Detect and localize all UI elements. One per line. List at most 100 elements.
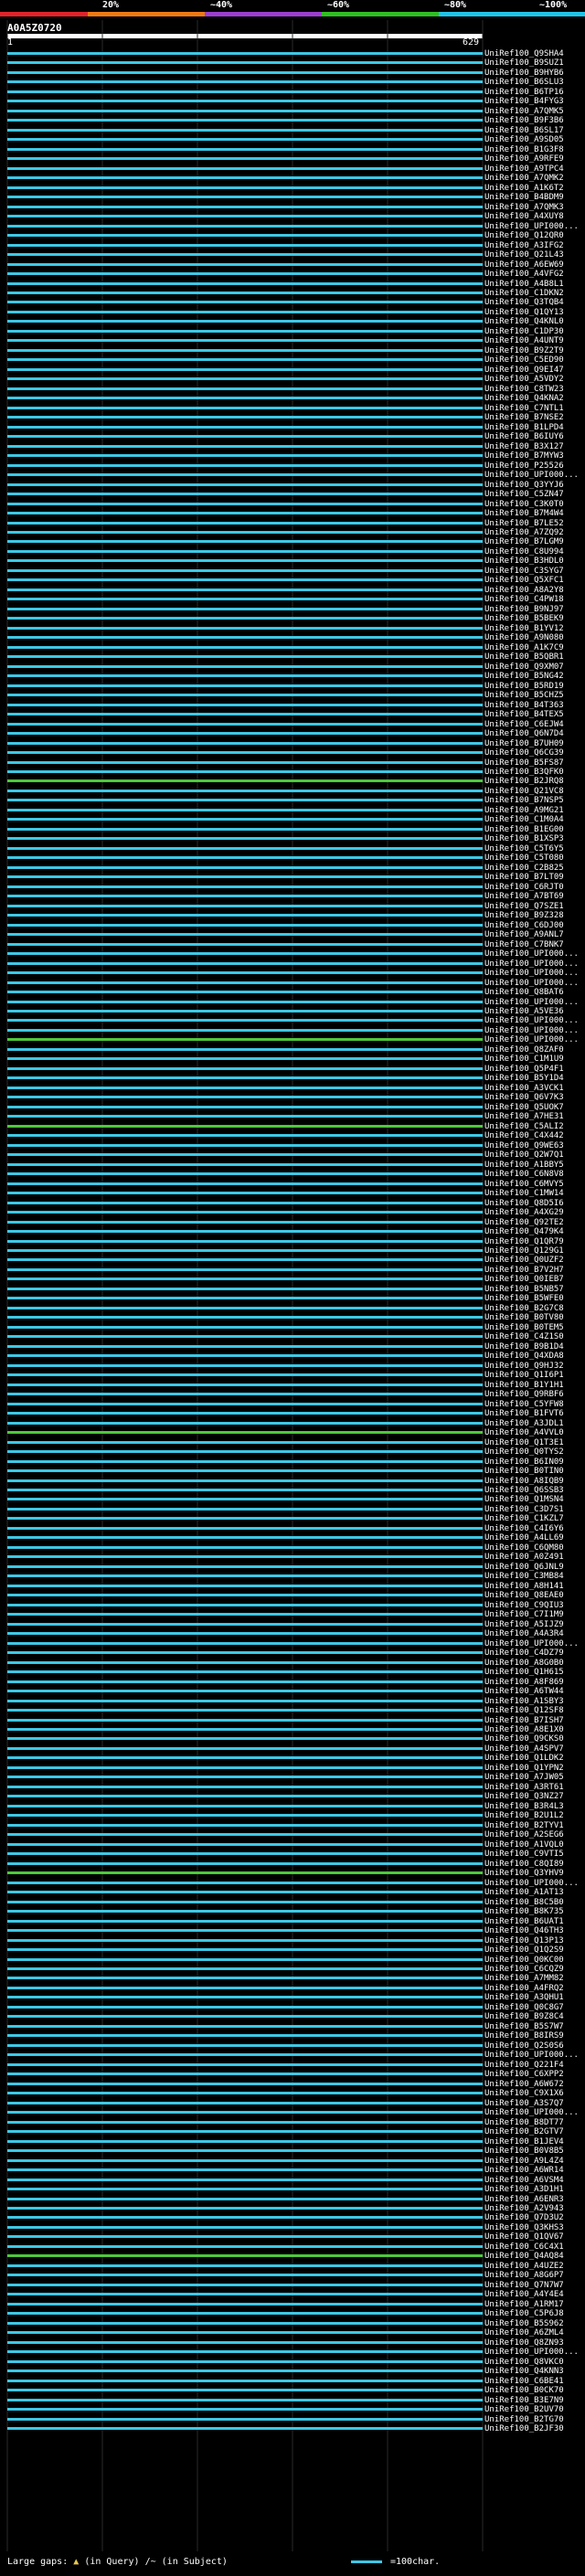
hit-label-229[interactable]: UniRef100_C6C4X1 xyxy=(484,2242,564,2252)
hit-bar-97[interactable] xyxy=(7,981,483,984)
hit-bar-59[interactable] xyxy=(7,617,483,620)
hit-label-91[interactable]: UniRef100_C6DJ00 xyxy=(484,921,564,930)
hit-label-42[interactable]: UniRef100_B7MYW3 xyxy=(484,451,564,461)
hit-bar-21[interactable] xyxy=(7,253,483,257)
hit-label-114[interactable]: UniRef100_Q9WE63 xyxy=(484,1141,564,1150)
hit-bar-128[interactable] xyxy=(7,1277,483,1281)
hit-label-72[interactable]: UniRef100_B7UH09 xyxy=(484,739,564,748)
hit-bar-159[interactable] xyxy=(7,1574,483,1578)
hit-bar-218[interactable] xyxy=(7,2139,483,2143)
hit-bar-39[interactable] xyxy=(7,425,483,429)
hit-bar-246[interactable] xyxy=(7,2408,483,2412)
hit-bar-62[interactable] xyxy=(7,645,483,649)
hit-label-5[interactable]: UniRef100_B4FYG3 xyxy=(484,97,564,106)
hit-bar-139[interactable] xyxy=(7,1383,483,1386)
hit-bar-231[interactable] xyxy=(7,2263,483,2267)
hit-label-93[interactable]: UniRef100_C7BNK7 xyxy=(484,940,564,949)
hit-bar-54[interactable] xyxy=(7,568,483,572)
hit-label-182[interactable]: UniRef100_Q3NZ27 xyxy=(484,1792,564,1801)
hit-bar-219[interactable] xyxy=(7,2149,483,2153)
hit-bar-214[interactable] xyxy=(7,2101,483,2104)
hit-bar-177[interactable] xyxy=(7,1746,483,1750)
hit-label-146[interactable]: UniRef100_Q0TYS2 xyxy=(484,1447,564,1457)
hit-bar-183[interactable] xyxy=(7,1804,483,1807)
hit-label-173[interactable]: UniRef100_Q12SF8 xyxy=(484,1706,564,1715)
hit-label-15[interactable]: UniRef100_B4BDM9 xyxy=(484,193,564,202)
hit-bar-45[interactable] xyxy=(7,482,483,486)
hit-bar-158[interactable] xyxy=(7,1564,483,1568)
hit-label-74[interactable]: UniRef100_B5FS87 xyxy=(484,758,564,768)
hit-bar-47[interactable] xyxy=(7,502,483,505)
hit-label-175[interactable]: UniRef100_A8E1X0 xyxy=(484,1725,564,1734)
hit-label-26[interactable]: UniRef100_Q3TQB4 xyxy=(484,298,564,307)
hit-bar-135[interactable] xyxy=(7,1344,483,1348)
hit-label-225[interactable]: UniRef100_A2V943 xyxy=(484,2204,564,2213)
hit-label-101[interactable]: UniRef100_UPI000... xyxy=(484,1016,579,1025)
hit-bar-14[interactable] xyxy=(7,186,483,189)
hit-label-137[interactable]: UniRef100_Q9HJ32 xyxy=(484,1362,564,1371)
hit-bar-2[interactable] xyxy=(7,70,483,74)
hit-bar-46[interactable] xyxy=(7,493,483,496)
hit-bar-43[interactable] xyxy=(7,463,483,467)
hit-label-227[interactable]: UniRef100_Q3KHS3 xyxy=(484,2223,564,2232)
hit-bar-104[interactable] xyxy=(7,1047,483,1051)
hit-bar-105[interactable] xyxy=(7,1057,483,1061)
hit-bar-216[interactable] xyxy=(7,2120,483,2124)
hit-bar-115[interactable] xyxy=(7,1153,483,1157)
hit-label-242[interactable]: UniRef100_Q4KNN3 xyxy=(484,2367,564,2376)
hit-bar-123[interactable] xyxy=(7,1230,483,1234)
hit-label-54[interactable]: UniRef100_C3SYG7 xyxy=(484,567,564,576)
hit-bar-197[interactable] xyxy=(7,1938,483,1942)
hit-label-73[interactable]: UniRef100_Q6CG39 xyxy=(484,748,564,758)
hit-label-239[interactable]: UniRef100_Q8ZN93 xyxy=(484,2338,564,2348)
hit-label-206[interactable]: UniRef100_B5S7W7 xyxy=(484,2022,564,2031)
hit-bar-142[interactable] xyxy=(7,1412,483,1415)
hit-bar-41[interactable] xyxy=(7,444,483,448)
hit-label-236[interactable]: UniRef100_C5P6J8 xyxy=(484,2309,564,2318)
hit-bar-151[interactable] xyxy=(7,1498,483,1501)
hit-bar-113[interactable] xyxy=(7,1134,483,1138)
hit-bar-67[interactable] xyxy=(7,694,483,697)
hit-bar-94[interactable] xyxy=(7,952,483,956)
hit-bar-191[interactable] xyxy=(7,1881,483,1884)
hit-label-78[interactable]: UniRef100_B7NSP5 xyxy=(484,796,564,805)
hit-label-109[interactable]: UniRef100_Q6V7K3 xyxy=(484,1093,564,1102)
hit-label-113[interactable]: UniRef100_C4X442 xyxy=(484,1131,564,1140)
hit-bar-79[interactable] xyxy=(7,808,483,811)
hit-bar-189[interactable] xyxy=(7,1861,483,1865)
hit-bar-92[interactable] xyxy=(7,933,483,937)
hit-bar-188[interactable] xyxy=(7,1852,483,1856)
hit-bar-35[interactable] xyxy=(7,387,483,390)
hit-bar-85[interactable] xyxy=(7,865,483,869)
hit-label-135[interactable]: UniRef100_B9B1D4 xyxy=(484,1342,564,1352)
hit-bar-211[interactable] xyxy=(7,2072,483,2076)
hit-bar-179[interactable] xyxy=(7,1765,483,1769)
hit-bar-30[interactable] xyxy=(7,339,483,343)
hit-bar-146[interactable] xyxy=(7,1450,483,1454)
hit-bar-205[interactable] xyxy=(7,2015,483,2019)
hit-label-57[interactable]: UniRef100_C4PW18 xyxy=(484,595,564,604)
hit-bar-242[interactable] xyxy=(7,2369,483,2373)
hit-bar-66[interactable] xyxy=(7,684,483,687)
hit-label-81[interactable]: UniRef100_B1EG00 xyxy=(484,825,564,834)
hit-bar-208[interactable] xyxy=(7,2043,483,2047)
hit-bar-44[interactable] xyxy=(7,473,483,477)
hit-bar-38[interactable] xyxy=(7,416,483,419)
hit-label-47[interactable]: UniRef100_C3K0T0 xyxy=(484,500,564,509)
hit-label-152[interactable]: UniRef100_C3D7S1 xyxy=(484,1505,564,1514)
hit-label-105[interactable]: UniRef100_C1M1U9 xyxy=(484,1055,564,1064)
hit-bar-132[interactable] xyxy=(7,1316,483,1320)
hit-bar-133[interactable] xyxy=(7,1325,483,1329)
hit-bar-226[interactable] xyxy=(7,2216,483,2220)
hit-label-110[interactable]: UniRef100_Q5UOK7 xyxy=(484,1103,564,1112)
hit-bar-144[interactable] xyxy=(7,1431,483,1435)
hit-label-41[interactable]: UniRef100_B3X127 xyxy=(484,442,564,451)
hit-label-217[interactable]: UniRef100_B2GTV7 xyxy=(484,2127,564,2136)
hit-bar-112[interactable] xyxy=(7,1124,483,1128)
hit-label-36[interactable]: UniRef100_Q4KNA2 xyxy=(484,394,564,403)
hit-label-190[interactable]: UniRef100_Q3YHV9 xyxy=(484,1869,564,1878)
hit-bar-15[interactable] xyxy=(7,196,483,199)
hit-label-10[interactable]: UniRef100_B1G3F8 xyxy=(484,145,564,154)
hit-label-107[interactable]: UniRef100_B5Y1D4 xyxy=(484,1074,564,1083)
hit-label-228[interactable]: UniRef100_Q1QV67 xyxy=(484,2232,564,2242)
